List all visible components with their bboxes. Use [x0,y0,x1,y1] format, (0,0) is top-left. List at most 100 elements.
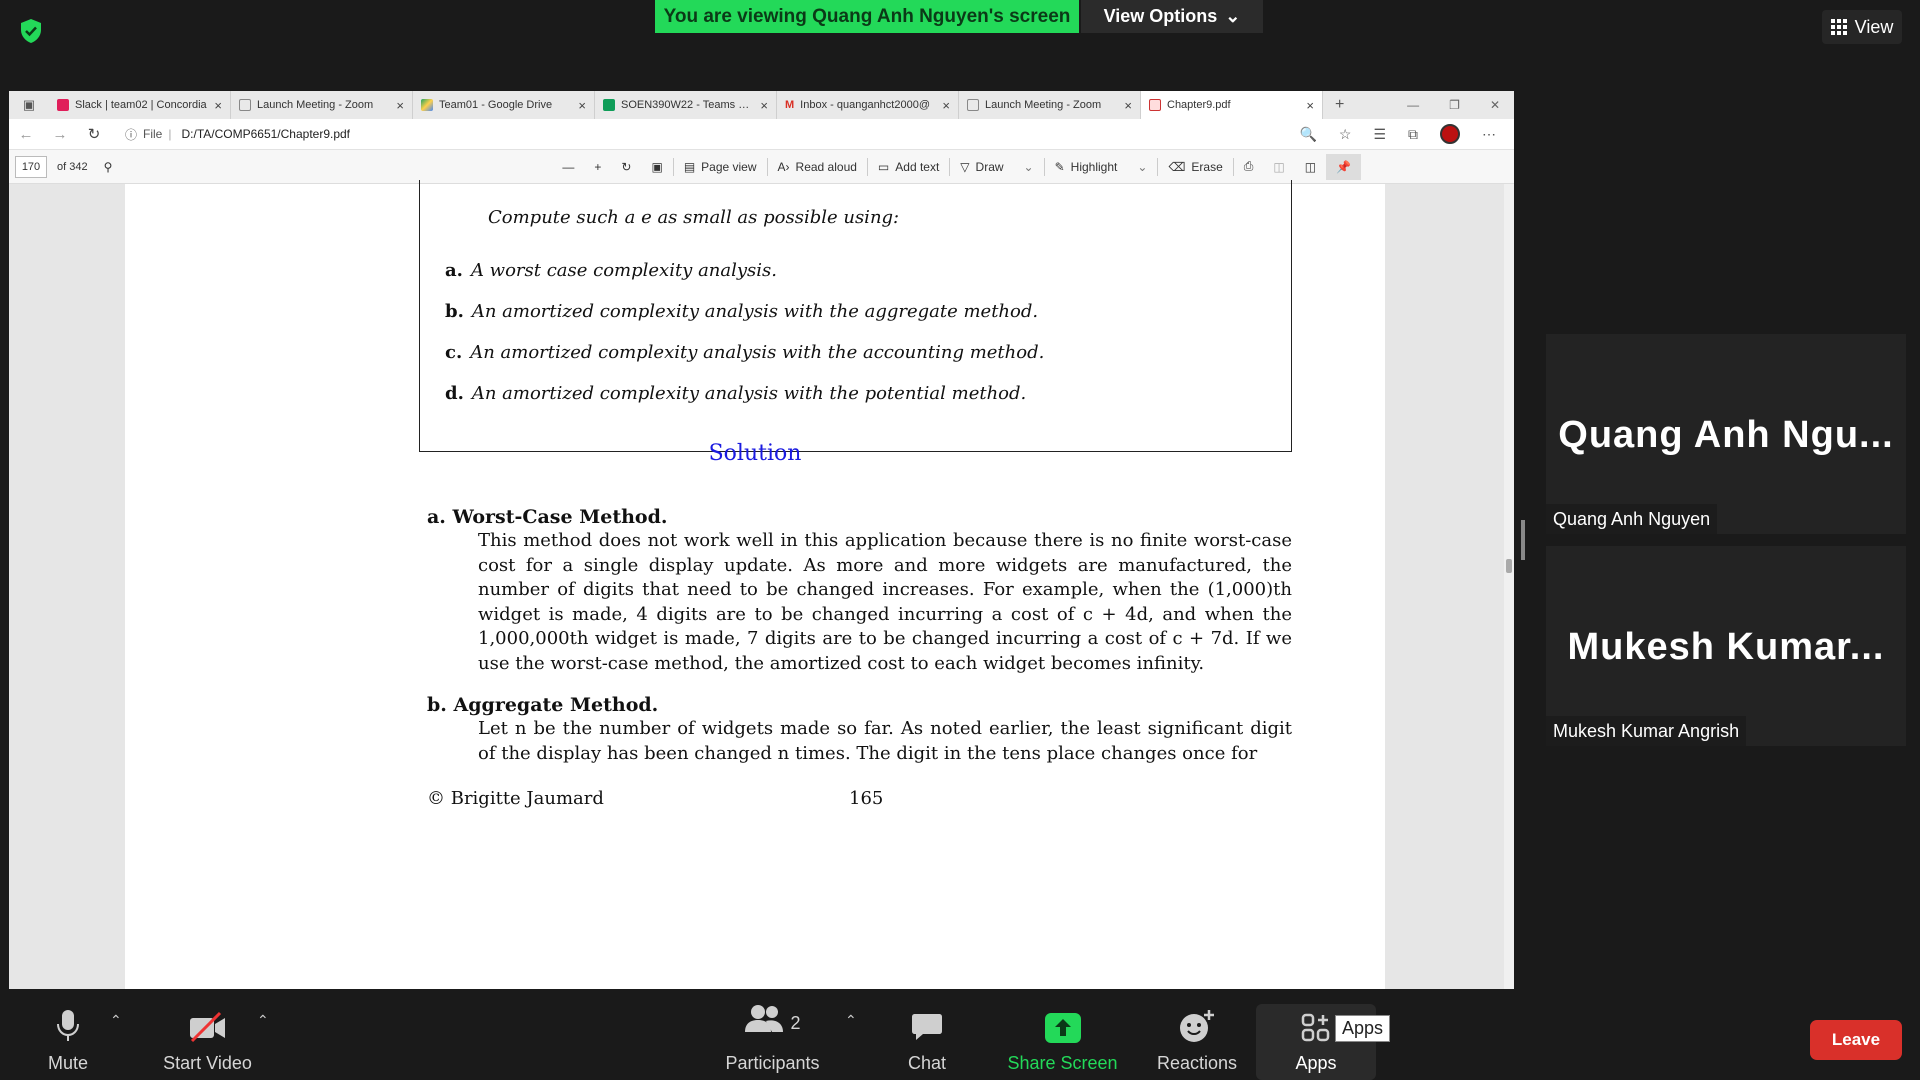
shared-screen[interactable]: ▣ Slack | team02 | Concordia × Launch Mee… [9,91,1514,989]
microphone-icon [57,1010,79,1041]
more-icon[interactable]: ⋯ [1482,126,1496,143]
chat-label: Chat [907,1053,947,1073]
url-field[interactable]: D:/TA/COMP6651/Chapter9.pdf [181,127,350,141]
minimize-icon[interactable]: — [1407,98,1419,112]
share-screen-button[interactable]: Share Screen [1000,992,1125,1080]
viewing-screen-banner: You are viewing Quang Anh Nguyen's scree… [655,0,1079,33]
chevron-down-icon[interactable]: ⌄ [1024,160,1034,174]
scroll-thumb[interactable] [1506,559,1512,573]
search-icon[interactable]: ⚲ [104,160,113,174]
restore-icon[interactable]: ❐ [1449,98,1460,112]
browser-tab[interactable]: Team01 - Google Drive × [413,91,595,119]
zoom-icon[interactable]: 🔍 [1299,126,1316,143]
participants-caret-icon[interactable]: ⌃ [845,1012,857,1029]
browser-tab-bar: ▣ Slack | team02 | Concordia × Launch Mee… [9,91,1514,119]
close-icon[interactable]: × [578,98,586,113]
start-video-button[interactable]: Start Video [150,992,265,1080]
chat-button[interactable]: Chat [897,992,957,1080]
exercise-prompt: Compute such a e as small as possible us… [488,207,900,228]
tab-title: Launch Meeting - Zoom [985,99,1102,111]
close-icon[interactable]: × [396,98,404,113]
solution-heading: Solution [708,441,802,466]
new-tab-icon[interactable]: + [1323,96,1356,114]
participants-button[interactable]: 2 Participants [715,992,830,1080]
draw-icon: ▽ [960,159,970,174]
browser-tab[interactable]: SOEN390W22 - Teams with × [595,91,777,119]
collections-icon[interactable]: ⧉ [1408,126,1418,143]
participants-count: 2 [790,1012,801,1033]
read-aloud-icon: A› [777,159,790,174]
page-view-label: Page view [701,159,757,174]
back-icon[interactable]: ← [9,126,43,143]
forward-icon[interactable]: → [43,126,77,143]
page-icon [239,99,251,111]
print-button[interactable]: ⎙ [1234,159,1264,174]
read-aloud-button[interactable]: A› Read aloud [768,160,867,174]
favorite-icon[interactable]: ☆ [1339,126,1352,143]
page-view-button[interactable]: ▤ Page view [674,160,767,174]
apps-tooltip: Apps [1335,1015,1391,1042]
close-icon[interactable]: × [214,98,222,113]
browser-tab[interactable]: Slack | team02 | Concordia × [49,91,231,119]
close-window-icon[interactable]: ✕ [1490,98,1500,112]
add-text-button[interactable]: ▭ Add text [868,160,949,174]
participants-label: Participants [725,1053,820,1073]
add-text-label: Add text [895,159,940,174]
save-as-button[interactable]: ◫ [1295,160,1326,174]
minus-icon: — [562,159,575,174]
profile-avatar[interactable] [1440,124,1460,144]
browser-tab-active[interactable]: Chapter9.pdf × [1141,91,1323,119]
close-icon[interactable]: × [1306,98,1314,113]
fit-button[interactable]: ▣ [641,160,672,174]
view-options-button[interactable]: View Options ⌄ [1081,0,1263,33]
rotate-button[interactable]: ↻ [611,160,641,174]
favorites-list-icon[interactable]: ☰ [1373,126,1386,143]
browser-tab[interactable]: M Inbox - quanganhct2000@ × [777,91,959,119]
section-heading: a. Worst-Case Method. [427,506,668,528]
tab-actions-icon[interactable]: ▣ [9,97,49,113]
scrollbar[interactable] [1504,184,1514,989]
browser-tab[interactable]: Launch Meeting - Zoom × [959,91,1141,119]
security-shield-icon[interactable] [18,18,44,44]
highlight-button[interactable]: ✎ Highlight ⌄ [1045,160,1158,174]
mute-button[interactable]: Mute [28,992,108,1080]
draw-button[interactable]: ▽ Draw ⌄ [950,160,1043,174]
highlight-label: Highlight [1070,159,1118,174]
zoom-out-button[interactable]: — [552,160,584,174]
close-icon[interactable]: × [942,98,950,113]
grid-icon [1830,19,1847,35]
participant-video-tile[interactable]: Quang Anh Ngu... Quang Anh Nguyen [1546,334,1906,534]
refresh-icon[interactable]: ↻ [77,125,111,143]
reactions-icon [1180,1010,1214,1042]
participant-video-tile[interactable]: Mukesh Kumar... Mukesh Kumar Angrish [1546,546,1906,746]
resize-handle[interactable] [1521,520,1525,560]
window-controls: — ❐ ✕ [1407,98,1514,112]
browser-tab[interactable]: Launch Meeting - Zoom × [231,91,413,119]
close-icon[interactable]: × [760,98,768,113]
view-options-label: View Options [1103,6,1218,26]
chevron-down-icon[interactable]: ⌄ [1137,160,1147,174]
leave-button[interactable]: Leave [1810,1020,1902,1060]
pin-button[interactable]: 📌 [1326,153,1362,180]
participant-name-label: Quang Anh Nguyen [1546,504,1718,534]
tab-title: Chapter9.pdf [1167,99,1231,111]
view-button[interactable]: View [1822,10,1902,44]
exercise-item: d. An amortized complexity analysis with … [445,383,1027,404]
tab-title: SOEN390W22 - Teams with [621,99,755,111]
reactions-button[interactable]: Reactions [1147,992,1247,1080]
pdf-icon [1149,99,1161,111]
audio-options-caret-icon[interactable]: ⌃ [110,1012,122,1029]
site-info[interactable]: ⓘ File | [125,126,171,143]
zoom-in-button[interactable]: + [584,160,611,174]
pdf-viewer[interactable]: Compute such a e as small as possible us… [9,180,1514,989]
erase-button[interactable]: ⌫ Erase [1158,160,1232,174]
chat-icon [912,1014,942,1040]
close-icon[interactable]: × [1124,98,1132,113]
apps-label: Apps [1295,1053,1337,1073]
tab-title: Slack | team02 | Concordia [75,99,207,111]
slack-icon [57,99,69,111]
page-number-input[interactable]: 170 [15,155,47,178]
save-button[interactable]: ◫ [1263,160,1294,174]
participant-display-name: Mukesh Kumar... [1567,626,1885,668]
video-options-caret-icon[interactable]: ⌃ [257,1012,269,1029]
